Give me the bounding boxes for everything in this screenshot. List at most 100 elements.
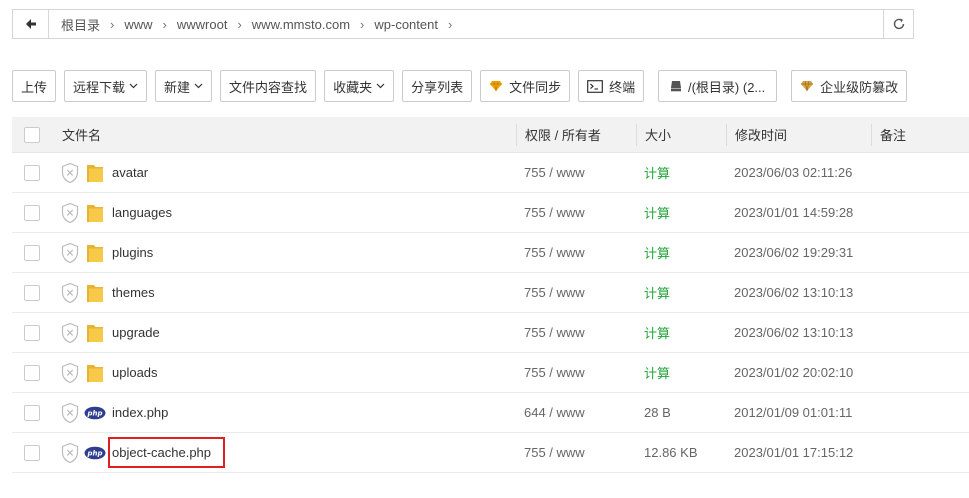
column-name-header[interactable]: 文件名 [62,125,101,144]
shield-icon[interactable] [60,362,80,384]
terminal-button[interactable]: 终端 [578,70,645,102]
file-permission[interactable]: 755 / www [524,325,585,340]
disk-icon [670,80,682,92]
breadcrumb-item-www[interactable]: www › [118,10,171,38]
file-permission[interactable]: 755 / www [524,165,585,180]
shield-icon[interactable] [60,322,80,344]
table-row[interactable]: themes 755 / www 计算 2023/06/02 13:10:13 [12,273,969,313]
file-name[interactable]: languages [110,203,174,222]
calculate-size-link[interactable]: 计算 [644,163,670,182]
row-checkbox[interactable] [24,204,40,221]
file-sync-button[interactable]: 文件同步 [480,70,571,102]
file-mtime: 2023/01/02 20:02:10 [734,365,854,380]
file-permission[interactable]: 755 / www [524,365,585,380]
file-table: 文件名 权限 / 所有者 大小 修改时间 备注 avatar 755 / www 计… [12,117,969,473]
row-checkbox[interactable] [24,364,40,381]
back-button[interactable] [13,10,49,38]
row-checkbox[interactable] [24,164,40,181]
shield-icon[interactable] [60,202,80,224]
toolbar: 上传 远程下载 新建 文件内容查找 收藏夹 分享列表 文件同步 终端 /(根目录… [12,70,915,102]
new-button[interactable]: 新建 [155,70,213,102]
share-list-button[interactable]: 分享列表 [402,70,473,102]
chevron-right-icon: › [110,16,115,32]
folder-icon [84,362,106,384]
file-permission[interactable]: 755 / www [524,245,585,260]
shield-icon[interactable] [60,442,80,464]
file-permission[interactable]: 755 / www [524,285,585,300]
shield-icon[interactable] [60,282,80,304]
select-all-checkbox[interactable] [24,126,40,143]
table-row[interactable]: php index.php 644 / www 28 B 2012/01/09 01:0… [12,393,969,433]
table-header: 文件名 权限 / 所有者 大小 修改时间 备注 [12,117,969,153]
breadcrumb-item-root[interactable]: 根目录 › [55,10,118,38]
content-search-button[interactable]: 文件内容查找 [220,70,317,102]
chevron-right-icon: › [237,16,242,32]
file-mtime: 2023/06/03 02:11:26 [734,165,853,180]
refresh-button[interactable] [883,10,913,38]
file-mtime: 2023/01/01 14:59:28 [734,205,854,220]
breadcrumb-item-wwwroot[interactable]: wwwroot › [171,10,246,38]
chevron-down-icon [194,83,203,89]
shield-icon[interactable] [60,162,80,184]
file-permission[interactable]: 755 / www [524,445,585,460]
row-checkbox[interactable] [24,324,40,341]
row-checkbox[interactable] [24,444,40,461]
file-size: 12.86 KB [644,445,698,460]
calculate-size-link[interactable]: 计算 [644,363,670,382]
chevron-right-icon: › [447,16,453,32]
file-mtime: 2023/01/01 17:15:12 [734,445,854,460]
file-permission[interactable]: 644 / www [524,405,585,420]
table-row[interactable]: avatar 755 / www 计算 2023/06/03 02:11:26 [12,153,969,193]
table-row[interactable]: upgrade 755 / www 计算 2023/06/02 13:10:13 [12,313,969,353]
file-mtime: 2012/01/09 01:01:11 [734,405,853,420]
file-name[interactable]: themes [110,283,157,302]
disk-button[interactable]: /(根目录) (2... [658,70,778,102]
path-bar: 根目录 › www › wwwroot › www.mmsto.com › wp-con… [12,9,914,39]
shield-icon[interactable] [60,402,80,424]
file-name[interactable]: index.php [110,403,170,422]
calculate-size-link[interactable]: 计算 [644,203,670,222]
table-row[interactable]: plugins 755 / www 计算 2023/06/02 19:29:31 [12,233,969,273]
file-name[interactable]: avatar [110,163,150,182]
arrow-left-icon [25,19,36,29]
file-name[interactable]: uploads [110,363,160,382]
folder-icon [84,322,106,344]
file-mtime: 2023/06/02 13:10:13 [734,285,854,300]
enterprise-protect-button[interactable]: 企业级防篡改 [791,70,908,102]
breadcrumb-item-site[interactable]: www.mmsto.com › [246,10,369,38]
table-row[interactable]: uploads 755 / www 计算 2023/01/02 20:02:10 [12,353,969,393]
calculate-size-link[interactable]: 计算 [644,243,670,262]
shield-icon[interactable] [60,242,80,264]
refresh-icon [893,18,904,30]
svg-text:php: php [86,409,102,417]
php-file-icon: php [84,402,106,424]
row-checkbox[interactable] [24,244,40,261]
breadcrumb-item-wp-content[interactable]: wp-content › [368,10,456,38]
file-name[interactable]: plugins [110,243,155,262]
table-row[interactable]: php object-cache.php 755 / www 12.86 KB 2023… [12,433,969,473]
table-row[interactable]: languages 755 / www 计算 2023/01/01 14:59:28 [12,193,969,233]
calculate-size-link[interactable]: 计算 [644,283,670,302]
remote-download-button[interactable]: 远程下载 [64,70,148,102]
chevron-down-icon [129,83,138,89]
folder-icon [84,162,106,184]
terminal-icon [587,79,604,93]
folder-icon [84,242,106,264]
row-checkbox[interactable] [24,404,40,421]
folder-icon [84,202,106,224]
folder-icon [84,282,106,304]
column-size-header[interactable]: 大小 [645,125,671,144]
chevron-right-icon: › [162,16,167,32]
column-perm-header[interactable]: 权限 / 所有者 [525,125,601,144]
file-permission[interactable]: 755 / www [524,205,585,220]
file-mtime: 2023/06/02 19:29:31 [734,245,854,260]
file-name[interactable]: upgrade [110,323,162,342]
upload-button[interactable]: 上传 [12,70,57,102]
favorites-button[interactable]: 收藏夹 [324,70,395,102]
row-checkbox[interactable] [24,284,40,301]
column-mtime-header[interactable]: 修改时间 [735,125,787,144]
file-name[interactable]: object-cache.php [107,437,226,468]
calculate-size-link[interactable]: 计算 [644,323,670,342]
diamond-icon [489,80,503,92]
breadcrumb: 根目录 › www › wwwroot › www.mmsto.com › wp-con… [49,10,883,38]
